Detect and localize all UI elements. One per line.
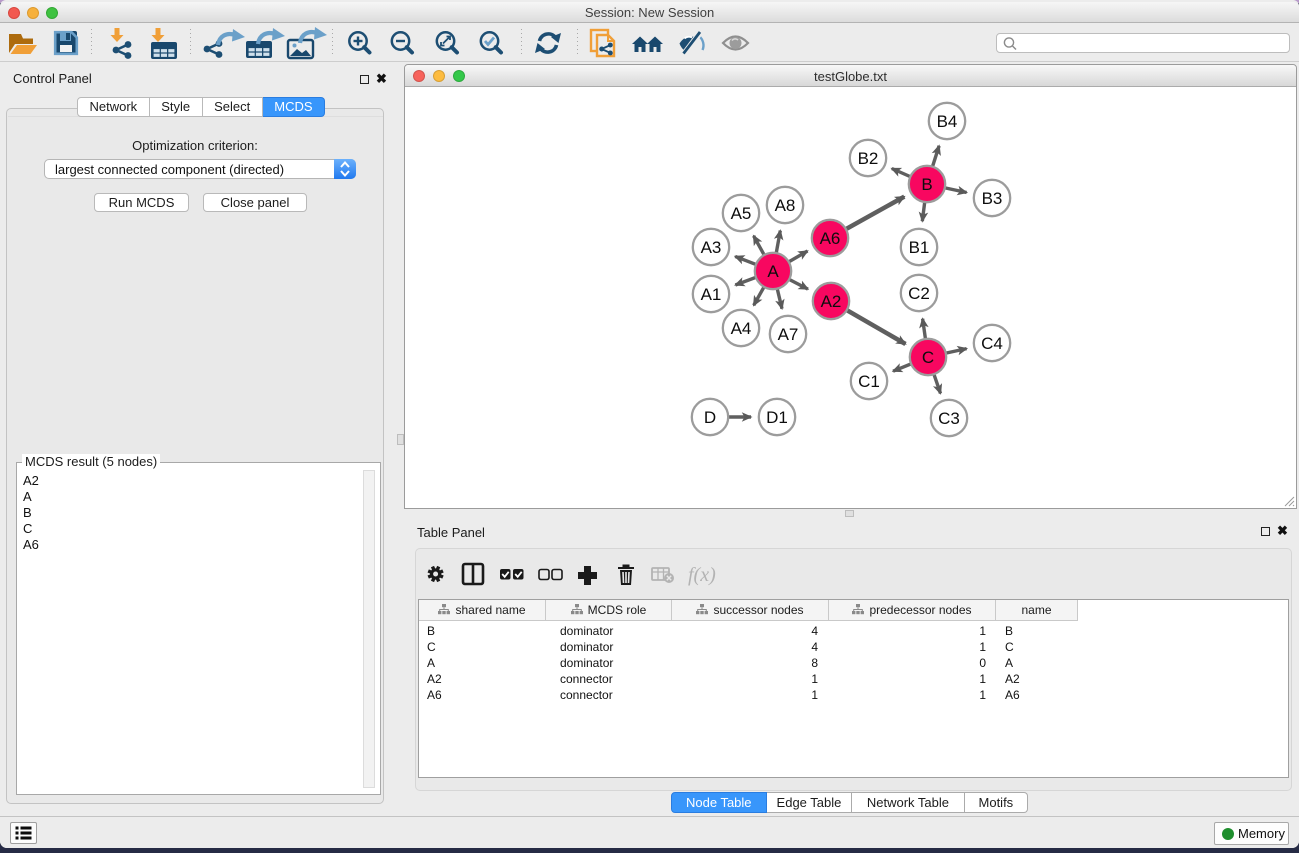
svg-text:A5: A5 (731, 204, 752, 223)
svg-text:B: B (921, 175, 932, 194)
svg-text:B3: B3 (982, 189, 1003, 208)
svg-text:A2: A2 (821, 292, 842, 311)
svg-text:C4: C4 (981, 334, 1003, 353)
svg-text:A8: A8 (775, 196, 796, 215)
svg-text:A7: A7 (778, 325, 799, 344)
svg-text:D1: D1 (766, 408, 788, 427)
svg-text:A6: A6 (820, 229, 841, 248)
svg-text:B2: B2 (858, 149, 879, 168)
svg-text:f(x): f(x) (688, 564, 716, 586)
svg-text:A1: A1 (701, 285, 722, 304)
svg-text:A3: A3 (701, 238, 722, 257)
svg-text:B4: B4 (937, 112, 958, 131)
svg-text:A: A (767, 262, 779, 281)
svg-text:A4: A4 (731, 319, 752, 338)
svg-text:C1: C1 (858, 372, 880, 391)
svg-text:B1: B1 (909, 238, 930, 257)
svg-text:C3: C3 (938, 409, 960, 428)
svg-text:C2: C2 (908, 284, 930, 303)
svg-text:C: C (922, 348, 934, 367)
svg-text:D: D (704, 408, 716, 427)
